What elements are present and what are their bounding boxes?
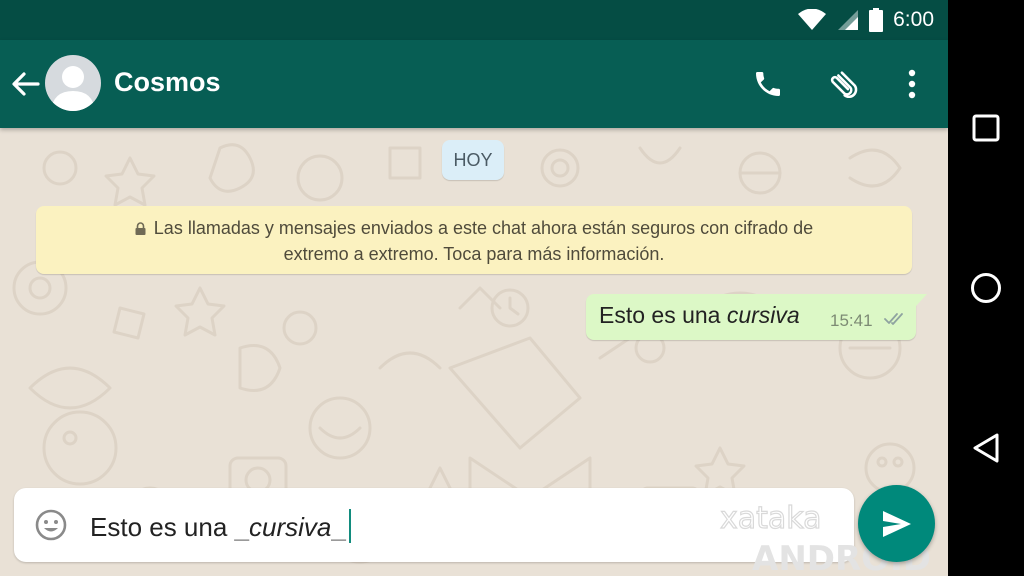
draft-text-italic: cursiva	[249, 512, 332, 542]
home-icon	[971, 273, 1001, 303]
emoji-icon[interactable]	[34, 508, 68, 542]
avatar[interactable]	[45, 55, 101, 111]
status-time: 6:00	[893, 8, 934, 31]
default-avatar-icon	[51, 66, 95, 111]
chat-header: Cosmos	[0, 40, 948, 128]
lock-icon	[135, 222, 146, 235]
attach-icon	[830, 71, 858, 99]
recents-icon	[972, 114, 1000, 142]
italic-marker-open: _	[234, 512, 250, 542]
bubble-tail	[916, 294, 927, 306]
home-button[interactable]	[966, 268, 1006, 308]
encryption-notice-line2: extremo a extremo. Toca para más informa…	[283, 244, 665, 264]
call-button[interactable]	[750, 66, 786, 102]
date-divider: HOY	[442, 140, 504, 180]
status-bar: 6:00	[0, 0, 948, 40]
send-button[interactable]	[858, 485, 935, 562]
outgoing-message[interactable]: Esto es una cursiva 15:41	[586, 294, 927, 340]
watermark-brand: xataka	[720, 501, 822, 536]
message-text: Esto es una cursiva	[599, 302, 800, 329]
encryption-notice-text-1: Las llamadas y mensajes enviados a este …	[153, 218, 814, 238]
message-text-italic: cursiva	[726, 302, 800, 328]
back-icon	[973, 433, 999, 463]
italic-marker-close: _	[331, 512, 346, 542]
android-nav-bar	[948, 0, 1024, 576]
chat-screen: 6:00 Cosmos HOY Las llamadas y mensajes …	[0, 0, 948, 576]
message-input[interactable]: Esto es una _cursiva_	[90, 509, 351, 543]
message-text-plain: Esto es una	[599, 302, 727, 328]
back-arrow-icon[interactable]	[10, 68, 42, 100]
signal-icon	[838, 10, 859, 30]
nav-back-button[interactable]	[966, 428, 1006, 468]
draft-text-plain: Esto es una	[90, 512, 235, 542]
recents-button[interactable]	[966, 108, 1006, 148]
send-icon	[882, 510, 911, 537]
battery-icon	[869, 8, 884, 32]
wifi-icon	[798, 9, 827, 30]
more-options-button[interactable]	[894, 66, 930, 102]
phone-icon	[756, 72, 780, 96]
encryption-notice-line1: Las llamadas y mensajes enviados a este …	[36, 215, 912, 241]
more-vert-icon	[908, 69, 916, 99]
encryption-notice[interactable]: Las llamadas y mensajes enviados a este …	[36, 206, 912, 274]
text-caret	[348, 509, 351, 543]
read-ticks-icon	[884, 313, 903, 325]
message-time: 15:41	[830, 311, 873, 330]
contact-name[interactable]: Cosmos	[114, 67, 221, 98]
attach-button[interactable]	[826, 66, 862, 102]
